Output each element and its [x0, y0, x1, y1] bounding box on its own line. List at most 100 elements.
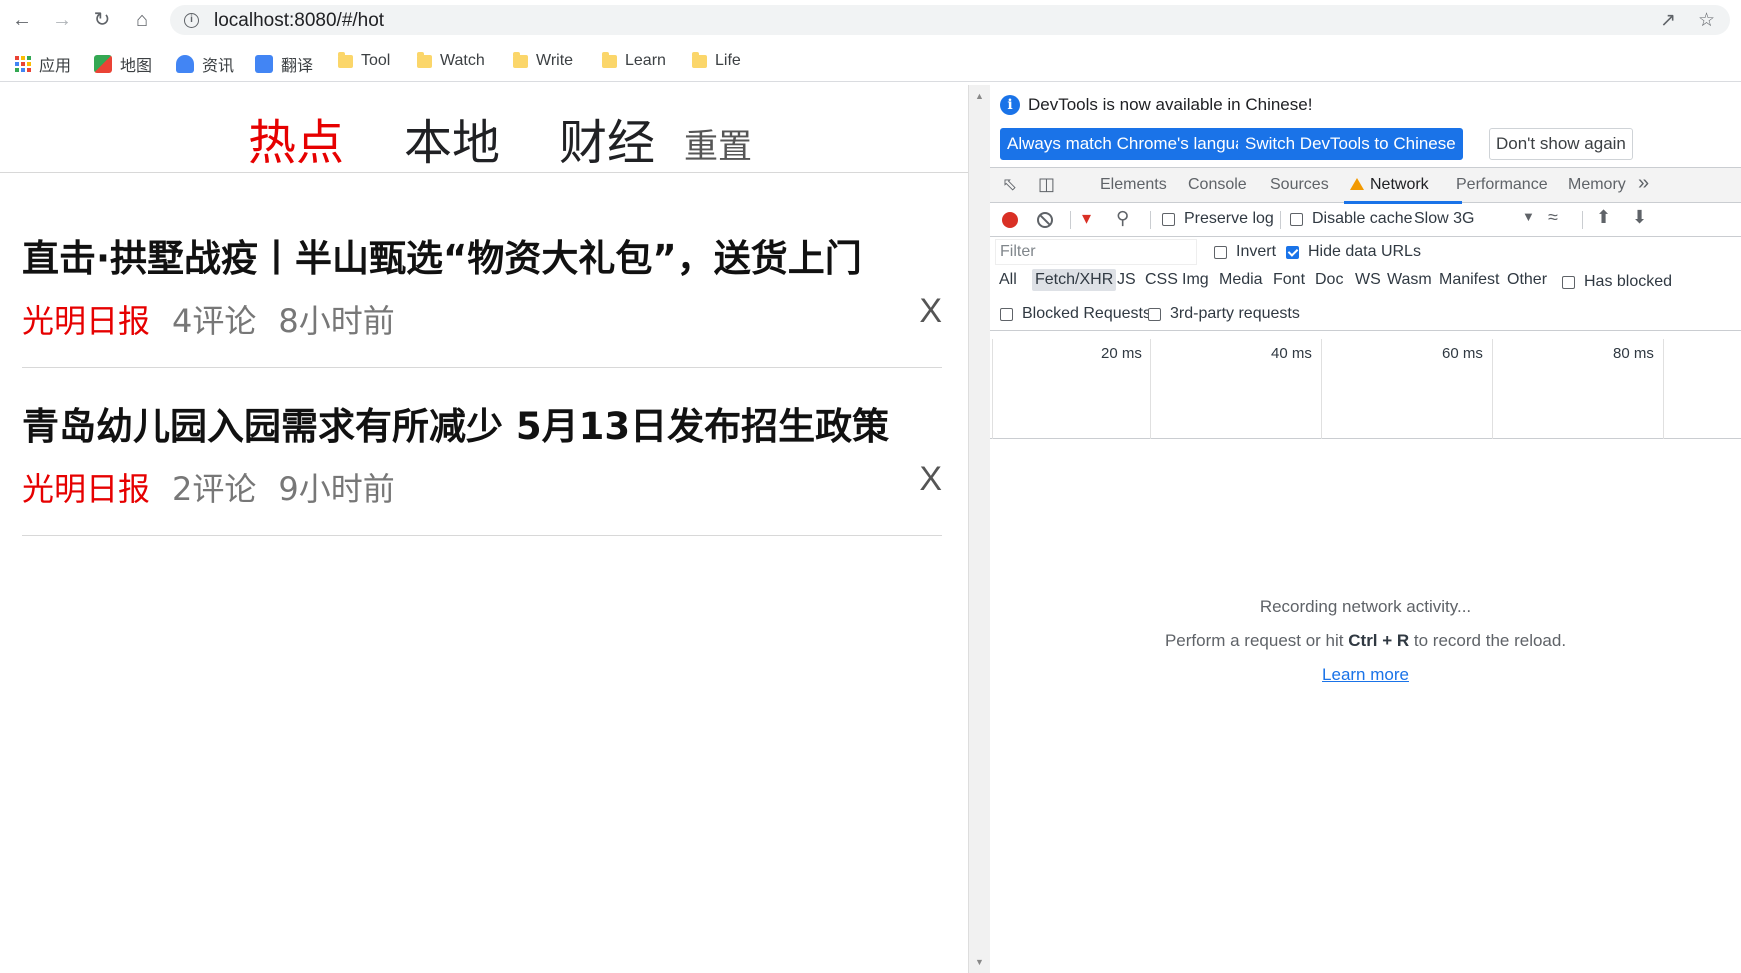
network-conditions-icon[interactable]: ≈: [1548, 207, 1558, 228]
switch-chinese-button[interactable]: Switch DevTools to Chinese: [1238, 128, 1463, 160]
type-js[interactable]: JS: [1114, 271, 1139, 289]
news-title[interactable]: 直击·拱墅战疫丨半山甄选“物资大礼包”，送货上门: [22, 228, 942, 282]
type-all[interactable]: All: [996, 271, 1020, 289]
tab-elements[interactable]: Elements: [1100, 176, 1167, 194]
bookmark-label: 资讯: [202, 58, 235, 75]
resource-type-filter: All Fetch/XHR JS CSS Img Media Font Doc …: [990, 267, 1741, 297]
hide-data-urls-checkbox[interactable]: Hide data URLs: [1286, 243, 1421, 261]
bookmark-apps[interactable]: 应用: [15, 52, 71, 76]
forward-icon[interactable]: →: [50, 8, 74, 32]
preserve-log-checkbox[interactable]: Preserve log: [1162, 210, 1274, 228]
dismiss-news-button[interactable]: X: [919, 292, 942, 331]
checkbox-box: [1000, 307, 1013, 321]
bookmarks-bar: 应用 地图 资讯 翻译 Tool Watch Write Learn Life: [0, 42, 1741, 82]
checkbox-box: [1214, 245, 1227, 259]
device-toolbar-icon[interactable]: ◫: [1038, 174, 1055, 195]
folder-icon: [338, 51, 353, 68]
news-item[interactable]: 青岛幼儿园入园需求有所减少 5月13日发布招生政策 光明日报 2评论 9小时前 X: [22, 396, 942, 536]
type-img[interactable]: Img: [1179, 271, 1212, 289]
tab-memory[interactable]: Memory: [1568, 176, 1626, 194]
reset-button[interactable]: 重置: [684, 119, 752, 168]
network-timeline[interactable]: 20 ms 40 ms 60 ms 80 ms: [990, 339, 1741, 439]
tab-sources[interactable]: Sources: [1270, 176, 1329, 194]
bookmark-label: 翻译: [281, 58, 314, 75]
dont-show-again-button[interactable]: Don't show again: [1489, 128, 1633, 160]
clear-icon[interactable]: [1037, 212, 1053, 228]
bookmark-translate[interactable]: 翻译: [255, 52, 313, 76]
network-toolbar: ▾ ⚲ Preserve log Disable cache Slow 3G ▼…: [990, 203, 1741, 237]
type-ws[interactable]: WS: [1352, 271, 1384, 289]
category-nav: 热点 本地 财经 重置: [0, 85, 968, 173]
reload-icon[interactable]: ↻: [90, 8, 114, 32]
search-icon[interactable]: ⚲: [1116, 208, 1129, 229]
page-scrollbar[interactable]: ▲ ▼: [968, 85, 990, 973]
hide-data-urls-label: Hide data URLs: [1308, 243, 1421, 260]
tab-performance[interactable]: Performance: [1456, 176, 1548, 194]
bookmark-label: Write: [536, 52, 574, 69]
blocked-requests-checkbox[interactable]: Blocked Requests: [1000, 305, 1151, 323]
export-har-icon[interactable]: ⬇: [1632, 207, 1647, 228]
import-har-icon[interactable]: ⬆: [1596, 207, 1611, 228]
url-text[interactable]: localhost:8080/#/hot: [214, 10, 384, 32]
throttle-select[interactable]: Slow 3G: [1414, 210, 1474, 228]
type-fetch-xhr[interactable]: Fetch/XHR: [1032, 269, 1117, 291]
bookmark-maps[interactable]: 地图: [94, 52, 152, 76]
third-party-checkbox[interactable]: 3rd-party requests: [1148, 305, 1300, 323]
news-title[interactable]: 青岛幼儿园入园需求有所减少 5月13日发布招生政策: [22, 396, 942, 450]
reload-hint: Perform a request or hit Ctrl + R to rec…: [990, 631, 1741, 651]
scroll-down-icon[interactable]: ▼: [975, 957, 984, 967]
checkbox-box: [1162, 212, 1175, 226]
type-manifest[interactable]: Manifest: [1436, 271, 1502, 289]
type-other[interactable]: Other: [1504, 271, 1550, 289]
news-comments: 2评论: [172, 470, 257, 508]
home-icon[interactable]: ⌂: [130, 8, 154, 32]
filter-row: Invert Hide data URLs: [990, 237, 1741, 267]
checkbox-box: [1290, 212, 1303, 226]
record-icon[interactable]: [1002, 212, 1018, 228]
news-item[interactable]: 直击·拱墅战疫丨半山甄选“物资大礼包”，送货上门 光明日报 4评论 8小时前 X: [22, 228, 942, 368]
has-blocked-label: Has blocked: [1584, 273, 1673, 290]
tab-finance[interactable]: 财经: [559, 103, 655, 173]
hint-text: to record the reload.: [1409, 631, 1567, 650]
timeline-tick: 40 ms: [1271, 345, 1312, 362]
news-icon: [176, 55, 194, 73]
type-doc[interactable]: Doc: [1312, 271, 1346, 289]
bookmark-news[interactable]: 资讯: [176, 52, 234, 76]
type-media[interactable]: Media: [1216, 271, 1266, 289]
learn-more-link[interactable]: Learn more: [1322, 665, 1409, 685]
chevron-down-icon[interactable]: ▼: [1522, 209, 1535, 224]
tab-console[interactable]: Console: [1188, 176, 1247, 194]
bookmark-tool[interactable]: Tool: [338, 51, 390, 70]
tab-local[interactable]: 本地: [404, 103, 500, 173]
bookmark-learn[interactable]: Learn: [602, 51, 666, 70]
type-font[interactable]: Font: [1270, 271, 1308, 289]
type-wasm[interactable]: Wasm: [1384, 271, 1435, 289]
site-info-icon[interactable]: i: [184, 13, 199, 28]
share-icon[interactable]: ↗: [1660, 9, 1676, 32]
checkbox-box: [1148, 307, 1161, 321]
type-css[interactable]: CSS: [1142, 271, 1181, 289]
filter-icon[interactable]: ▾: [1082, 208, 1091, 229]
inspect-element-icon[interactable]: ⬁: [1002, 174, 1017, 195]
bookmark-label: Life: [715, 52, 741, 69]
more-tabs-icon[interactable]: »: [1638, 172, 1649, 195]
back-icon[interactable]: ←: [10, 8, 34, 32]
invert-checkbox[interactable]: Invert: [1214, 243, 1276, 261]
tab-network[interactable]: Network: [1350, 176, 1429, 194]
disable-cache-checkbox[interactable]: Disable cache: [1290, 210, 1413, 228]
bookmark-write[interactable]: Write: [513, 51, 574, 70]
scroll-up-icon[interactable]: ▲: [975, 91, 984, 101]
bookmark-life[interactable]: Life: [692, 51, 741, 70]
info-icon: i: [1000, 95, 1020, 115]
filter-input[interactable]: [995, 239, 1197, 265]
bookmark-label: 应用: [39, 58, 72, 75]
has-blocked-checkbox[interactable]: Has blocked: [1562, 273, 1672, 291]
dismiss-news-button[interactable]: X: [919, 460, 942, 499]
maps-icon: [94, 55, 112, 73]
language-notice: i DevTools is now available in Chinese!: [1000, 95, 1312, 115]
match-language-button[interactable]: Always match Chrome's language: [1000, 128, 1271, 160]
tab-hot[interactable]: 热点: [248, 103, 344, 173]
bookmark-watch[interactable]: Watch: [417, 51, 485, 70]
bookmark-star-icon[interactable]: ☆: [1698, 9, 1715, 32]
address-bar[interactable]: i localhost:8080/#/hot ↗ ☆: [170, 5, 1730, 35]
